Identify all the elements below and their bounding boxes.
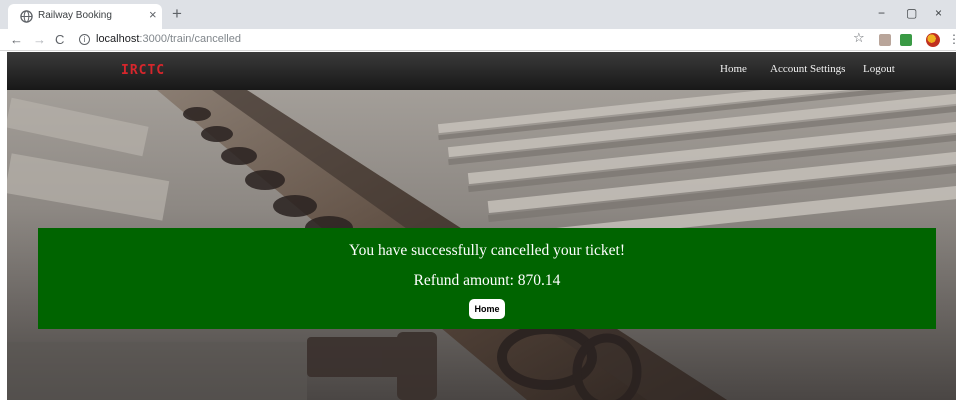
home-button[interactable]: Home [469,299,505,319]
globe-icon [20,10,33,23]
tab-title: Railway Booking [38,10,112,21]
refund-amount: Refund amount: 870.14 [413,272,561,289]
browser-menu-icon[interactable]: ⋮ [948,32,956,46]
browser-tab-strip: Railway Booking × + − ▢ × [0,0,956,29]
browser-tab[interactable]: Railway Booking × [8,4,162,29]
page-viewport: IRCTC Home Account Settings Logout You h… [7,52,956,400]
window-close-icon[interactable]: × [935,5,942,21]
success-message: You have successfully cancelled your tic… [348,242,626,259]
nav-link-logout[interactable]: Logout [863,63,895,75]
top-navbar: IRCTC Home Account Settings Logout [7,52,956,90]
reload-icon[interactable]: C [55,32,64,47]
railway-track-background [7,52,956,400]
forward-arrow-icon[interactable]: → [33,32,46,47]
browser-toolbar: ← → C i localhost:3000/train/cancelled ☆… [0,29,956,51]
url-path: :3000/train/cancelled [139,33,241,45]
profile-avatar-icon[interactable] [926,33,940,47]
new-tab-icon[interactable]: + [172,4,182,24]
brand-logo[interactable]: IRCTC [121,63,165,78]
extension-icon[interactable] [900,34,912,46]
maximize-icon[interactable]: ▢ [906,5,917,21]
nav-link-home[interactable]: Home [720,63,747,75]
extension-icon[interactable] [879,34,891,46]
nav-link-account-settings[interactable]: Account Settings [770,63,845,75]
bookmark-star-icon[interactable]: ☆ [853,31,865,46]
address-bar[interactable]: localhost:3000/train/cancelled [96,33,241,45]
url-host: localhost [96,33,140,45]
cancellation-success-banner: You have successfully cancelled your tic… [38,228,936,329]
back-arrow-icon[interactable]: ← [10,32,23,47]
minimize-icon[interactable]: − [878,5,885,21]
site-info-icon[interactable]: i [79,34,90,45]
close-tab-icon[interactable]: × [149,7,157,23]
